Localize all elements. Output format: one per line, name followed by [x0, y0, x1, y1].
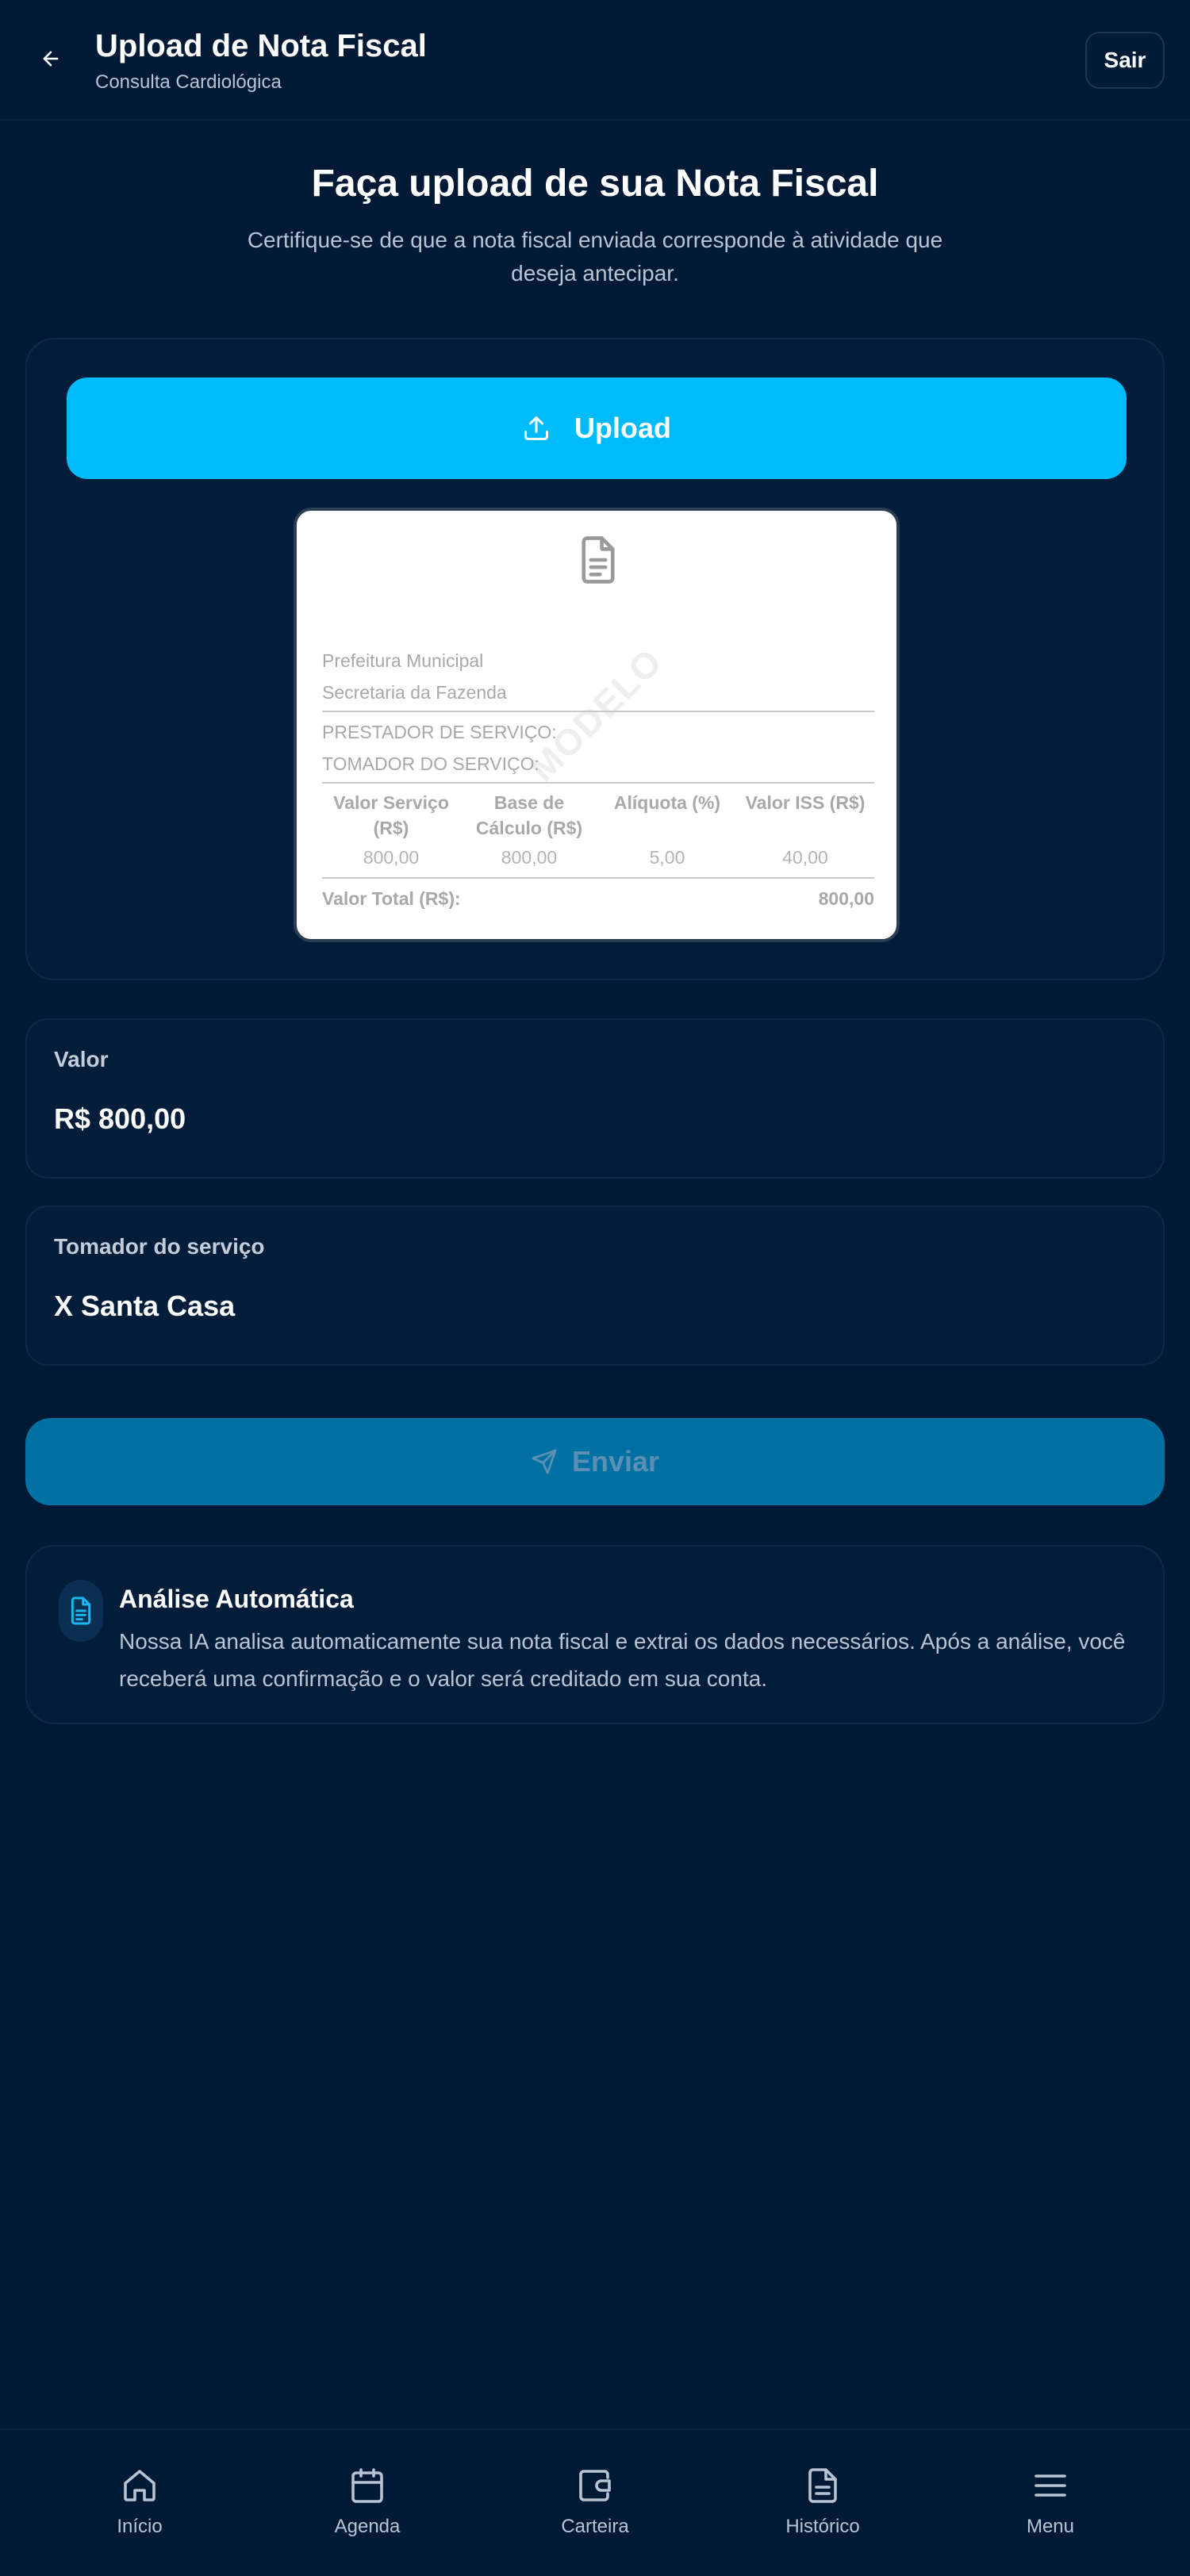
invoice-table: Valor Serviço (R$) Base de Cálculo (R$) … [322, 790, 874, 868]
auto-analysis-text: Nossa IA analisa automaticamente sua not… [119, 1629, 1126, 1691]
nav-item-menu[interactable]: Menu [971, 2467, 1130, 2546]
send-button[interactable]: Enviar [25, 1418, 1165, 1505]
menu-icon [1035, 2474, 1066, 2497]
invoice-divider [322, 782, 874, 784]
upload-button-label: Upload [574, 412, 671, 444]
document-icon [582, 536, 615, 584]
upload-button[interactable]: Upload [67, 378, 1127, 479]
upload-heading: Faça upload de sua Nota Fiscal [311, 163, 879, 205]
invoice-issuer-line1: Prefeitura Municipal [322, 650, 484, 671]
page-title: Upload de Nota Fiscal [95, 29, 427, 63]
service-taker-label: Tomador do serviço [54, 1234, 265, 1259]
nav-label: Agenda [334, 2516, 401, 2537]
logout-button[interactable]: Sair [1085, 32, 1165, 89]
invoice-cell: 800,00 [363, 847, 420, 868]
invoice-provider-label: PRESTADOR DE SERVIÇO: [322, 722, 557, 742]
invoice-col-header: Alíquota (%) [613, 792, 721, 813]
auto-analysis-card: Análise Automática Nossa IA analisa auto… [25, 1545, 1165, 1724]
value-field-label: Valor [54, 1047, 109, 1071]
invoice-total-label: Valor Total (R$): [322, 888, 461, 909]
arrow-left-icon [43, 51, 59, 67]
wallet-icon [579, 2470, 611, 2501]
invoice-divider [322, 711, 874, 712]
nav-label: Menu [1026, 2516, 1075, 2537]
home-icon [124, 2470, 155, 2501]
invoice-cell: 800,00 [501, 847, 558, 868]
invoice-issuer-line2: Secretaria da Fazenda [322, 682, 507, 703]
nav-item-agenda[interactable]: Agenda [288, 2467, 447, 2546]
invoice-watermark: MODELO [520, 639, 670, 790]
document-icon [71, 1597, 91, 1625]
page-subtitle: Consulta Cardiológica [95, 71, 282, 93]
upload-icon [524, 416, 548, 440]
invoice-preview: MODELO Prefeitura Municipal Secretaria d… [294, 508, 900, 942]
nav-item-inicio[interactable]: Início [60, 2467, 219, 2546]
info-icon-badge [59, 1580, 103, 1642]
invoice-cell: 5,00 [649, 847, 685, 868]
value-field-value: R$ 800,00 [54, 1102, 186, 1135]
nav-item-historico[interactable]: Histórico [743, 2467, 902, 2546]
invoice-col-header: Valor Serviço (R$) [333, 792, 449, 838]
nav-label: Carteira [561, 2516, 629, 2537]
app-header: Upload de Nota Fiscal Consulta Cardiológ… [0, 0, 1190, 121]
upload-card: Upload MODELO Prefeitura Municipal Secre… [25, 338, 1165, 980]
invoice-col-header: Base de Cálculo (R$) [475, 792, 583, 838]
value-field: Valor R$ 800,00 [25, 1018, 1165, 1179]
invoice-taker-label: TOMADOR DO SERVIÇO: [322, 753, 539, 774]
back-button[interactable] [32, 40, 70, 78]
calendar-icon [351, 2468, 383, 2503]
invoice-divider [322, 877, 874, 879]
invoice-total-value: 800,00 [818, 888, 874, 909]
upload-description: Certifique-se de que a nota fiscal envia… [247, 228, 943, 286]
bottom-nav: Início Agenda Carteira Histórico Menu [0, 2428, 1190, 2576]
service-taker-field: Tomador do serviço X Santa Casa [25, 1206, 1165, 1366]
nav-label: Histórico [785, 2516, 860, 2537]
send-button-label: Enviar [571, 1445, 660, 1478]
nav-item-carteira[interactable]: Carteira [516, 2467, 674, 2546]
invoice-col-header: Valor ISS (R$) [745, 792, 866, 813]
send-icon [532, 1449, 557, 1474]
nav-label: Início [117, 2516, 163, 2537]
auto-analysis-title: Análise Automática [119, 1585, 354, 1613]
service-taker-value: X Santa Casa [54, 1290, 236, 1322]
file-icon [808, 2468, 837, 2503]
invoice-cell: 40,00 [782, 847, 828, 868]
